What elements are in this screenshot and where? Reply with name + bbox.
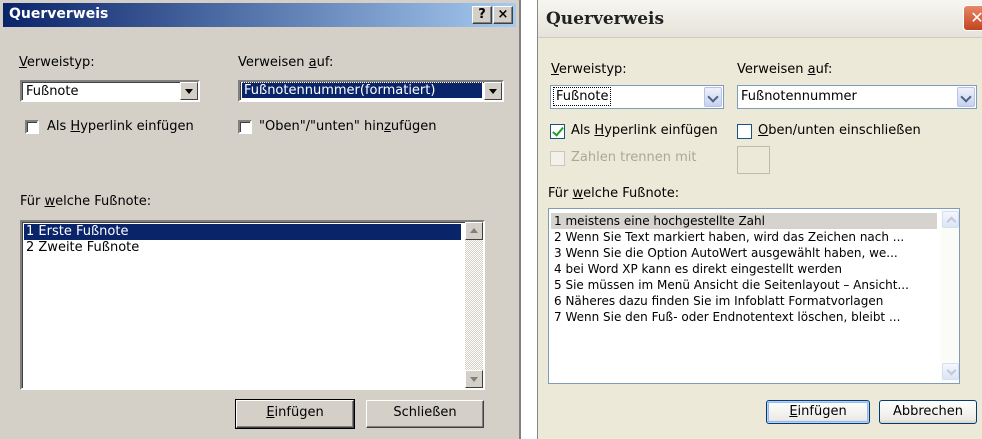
cancel-button[interactable]: Abbrechen [879, 400, 977, 424]
chevron-down-icon[interactable] [957, 87, 975, 107]
vertical-scrollbar[interactable] [465, 222, 483, 388]
separator-field [737, 146, 770, 174]
close-dialog-button[interactable]: Schließen [366, 400, 484, 428]
insert-as-hyperlink-label[interactable]: Als Hyperlink einfügen [47, 119, 194, 134]
scroll-up-icon[interactable] [942, 211, 959, 228]
reference-type-label: Verweistyp: [19, 55, 95, 70]
list-item[interactable]: 3 Wenn Sie die Option AutoWert ausgewähl… [551, 245, 937, 261]
chevron-down-icon[interactable] [704, 87, 722, 107]
reference-type-value: Fußnote [26, 84, 79, 99]
list-item[interactable]: 6 Näheres dazu finden Sie im Infoblatt F… [551, 293, 937, 309]
list-item[interactable]: 5 Sie müssen im Menü Ansicht die Seitenl… [551, 277, 937, 293]
close-button[interactable]: × [493, 6, 513, 24]
cross-reference-dialog-classic: Querverweis ? × Verweistyp: Fußnote Verw… [0, 0, 521, 439]
separate-numbers-checkbox [550, 151, 565, 166]
footnote-list[interactable]: 1 Erste Fußnote 2 Zweite Fußnote [20, 220, 485, 390]
dialog-title: Querverweis [546, 9, 665, 29]
insert-reference-to-label: Verweisen auf: [737, 62, 833, 77]
include-above-below-checkbox[interactable] [238, 120, 252, 134]
cross-reference-dialog-xp: Querverweis ✕ Verweistyp: Fußnote Verwei… [537, 0, 982, 439]
chevron-down-icon[interactable] [484, 82, 502, 100]
title-bar[interactable]: Querverweis ✕ [538, 0, 982, 38]
insert-reference-to-dropdown[interactable]: Fußnotennummer [737, 85, 977, 109]
list-item[interactable]: 7 Wenn Sie den Fuß- oder Endnotentext lö… [551, 309, 937, 325]
chevron-down-icon[interactable] [180, 82, 198, 100]
list-item[interactable]: 1 Erste Fußnote [23, 223, 462, 241]
scroll-up-icon[interactable] [465, 222, 483, 240]
separate-numbers-label: Zahlen trennen mit [571, 150, 697, 165]
help-button[interactable]: ? [472, 6, 492, 24]
list-item[interactable]: 4 bei Word XP kann es direkt eingestellt… [551, 261, 937, 277]
for-which-footnote-label: Für welche Fußnote: [20, 194, 152, 209]
reference-type-dropdown[interactable]: Fußnote [20, 80, 200, 102]
insert-as-hyperlink-label[interactable]: Als Hyperlink einfügen [571, 123, 718, 138]
insert-reference-to-value: Fußnotennummer [741, 89, 857, 104]
scroll-down-icon[interactable] [942, 363, 959, 380]
insert-as-hyperlink-checkbox[interactable] [550, 124, 565, 139]
close-icon[interactable]: ✕ [963, 5, 982, 31]
for-which-footnote-label: Für welche Fußnote: [548, 186, 680, 201]
reference-type-dropdown[interactable]: Fußnote [550, 85, 724, 109]
insert-button[interactable]: Einfügen [235, 399, 355, 429]
title-bar[interactable]: Querverweis ? × [3, 3, 516, 27]
scroll-down-icon[interactable] [465, 370, 483, 388]
insert-button[interactable]: Einfügen [766, 400, 870, 424]
reference-type-label: Verweistyp: [551, 62, 627, 77]
list-item[interactable]: 2 Zweite Fußnote [24, 240, 139, 256]
insert-reference-to-dropdown[interactable]: Fußnotennummer(formatiert) [238, 80, 504, 102]
insert-reference-to-label: Verweisen auf: [238, 55, 334, 70]
reference-type-value: Fußnote [552, 87, 612, 106]
include-above-below-checkbox[interactable] [737, 124, 752, 139]
insert-as-hyperlink-checkbox[interactable] [25, 120, 39, 134]
vertical-scrollbar[interactable] [941, 209, 959, 383]
list-item[interactable]: 1 meistens eine hochgestellte Zahl [551, 213, 937, 229]
footnote-list[interactable]: 1 meistens eine hochgestellte Zahl 2 Wen… [548, 208, 960, 384]
include-above-below-label[interactable]: Oben/unten einschließen [758, 123, 921, 138]
list-item[interactable]: 2 Wenn Sie Text markiert haben, wird das… [551, 229, 937, 245]
insert-reference-to-value: Fußnotennummer(formatiert) [241, 82, 483, 99]
include-above-below-label[interactable]: "Oben"/"unten" hinzufügen [259, 119, 436, 134]
dialog-title: Querverweis [9, 6, 109, 22]
